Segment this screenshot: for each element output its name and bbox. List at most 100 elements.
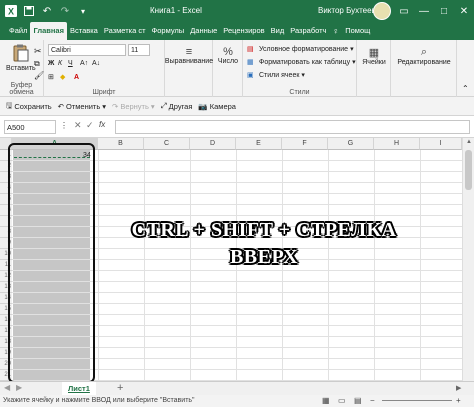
column-header-b[interactable]: B: [98, 138, 144, 150]
chevron-down-icon: ▾: [102, 101, 107, 111]
save-button[interactable]: 🖫 Сохранить: [6, 100, 52, 113]
save-icon[interactable]: [22, 0, 36, 22]
font-group-label: Шрифт: [92, 89, 116, 96]
status-bar: Укажите ячейку и нажмите ВВОД или выбери…: [0, 395, 474, 407]
close-button[interactable]: ✕: [453, 0, 474, 22]
increase-font-icon[interactable]: A↑: [80, 60, 92, 67]
column-header-h[interactable]: H: [374, 138, 420, 150]
redo-button[interactable]: ↷ Вернуть ▾: [112, 102, 155, 111]
bold-icon[interactable]: Ж: [48, 60, 58, 67]
tab-help[interactable]: Помощ: [342, 22, 373, 40]
alignment-label: Выравнивание: [164, 58, 214, 65]
column-header-i[interactable]: I: [420, 138, 462, 150]
font-size-select[interactable]: 11: [128, 44, 150, 56]
fill-color-icon[interactable]: ◆: [60, 73, 74, 81]
ribbon-display-icon[interactable]: ▭: [393, 0, 415, 22]
undo-icon[interactable]: ↶: [40, 0, 54, 22]
avatar[interactable]: [373, 2, 391, 20]
prev-sheet-icon[interactable]: ◀: [4, 383, 10, 392]
collapse-ribbon-icon[interactable]: ⌃: [462, 84, 469, 93]
camera-label: Камера: [209, 101, 236, 111]
italic-icon[interactable]: К: [58, 60, 68, 67]
font-color-icon[interactable]: A: [74, 74, 86, 81]
column-header-d[interactable]: D: [190, 138, 236, 150]
sheet-tab-bar: ◀ ▶ Лист1 + ▶: [0, 381, 474, 396]
scroll-up-icon[interactable]: ▲: [466, 139, 472, 145]
redo-icon: ↷: [112, 101, 119, 111]
tab-formulas[interactable]: Формулы: [149, 22, 188, 40]
cells-icon: ▦: [368, 47, 380, 59]
formula-bar: A500 ⋮ ✕ ✓ fx: [0, 116, 474, 138]
scroll-right-icon[interactable]: ▶: [456, 384, 461, 392]
format-painter-icon[interactable]: 🖌: [34, 71, 44, 80]
editing-button[interactable]: ⌕ Редактирование: [393, 46, 455, 66]
other-icon: ⤢: [160, 101, 167, 110]
column-header-c[interactable]: C: [144, 138, 190, 150]
styles-group-label: Стили: [289, 89, 310, 96]
page-layout-icon[interactable]: ▭: [338, 395, 346, 407]
font-name-select[interactable]: Calibri: [48, 44, 126, 56]
underline-icon[interactable]: Ч: [68, 60, 80, 67]
paste-icon: [13, 44, 29, 65]
cell-styles-button[interactable]: ▣ Стили ячеек ▾: [247, 71, 305, 80]
tab-home[interactable]: Главная: [30, 22, 67, 40]
paste-button[interactable]: Вставить: [6, 44, 36, 72]
camera-button[interactable]: 📷 Камера: [198, 102, 236, 111]
chevron-down-icon: ▾: [352, 59, 356, 66]
normal-view-icon[interactable]: ▦: [322, 395, 330, 407]
save-icon: 🖫: [6, 100, 13, 110]
tab-review[interactable]: Рецензиров: [220, 22, 267, 40]
copy-icon[interactable]: ⧉: [34, 59, 40, 69]
undo-button[interactable]: ↶ Отменить ▾: [58, 102, 106, 111]
page-break-icon[interactable]: ▤: [354, 395, 362, 407]
next-sheet-icon[interactable]: ▶: [16, 383, 22, 392]
cut-icon[interactable]: ✂: [34, 46, 42, 57]
tab-insert[interactable]: Вставка: [67, 22, 101, 40]
tab-file[interactable]: Файл: [6, 22, 30, 40]
cancel-icon[interactable]: ✕: [74, 120, 82, 131]
zoom-slider[interactable]: [382, 400, 452, 401]
user-name[interactable]: Виктор Бухтеев: [318, 6, 376, 15]
redo-icon[interactable]: ↷: [58, 0, 72, 22]
more-icon: ⋮: [60, 121, 68, 130]
camera-icon: 📷: [198, 101, 208, 111]
decrease-font-icon[interactable]: A↓: [92, 60, 104, 67]
maximize-button[interactable]: □: [433, 0, 455, 22]
other-button[interactable]: ⤢ Другая: [161, 101, 193, 111]
add-sheet-button[interactable]: +: [117, 382, 123, 394]
column-header-g[interactable]: G: [328, 138, 374, 150]
borders-icon[interactable]: ⊞: [48, 73, 60, 81]
tab-view[interactable]: Вид: [268, 22, 288, 40]
formula-input[interactable]: [115, 120, 470, 134]
name-box[interactable]: A500: [4, 119, 56, 134]
alignment-button[interactable]: ≡ Выравнивание: [164, 46, 214, 65]
cells-button[interactable]: ▦ Ячейки: [359, 46, 389, 66]
format-as-table-button[interactable]: ▦ Форматировать как таблицу ▾: [247, 58, 356, 67]
enter-icon[interactable]: ✓: [86, 120, 94, 131]
tab-data[interactable]: Данные: [187, 22, 220, 40]
tab-page-layout[interactable]: Разметка ст: [101, 22, 149, 40]
overlay-shortcut-line1: CTRL + SHIFT + СТРЕЛКА: [131, 219, 397, 241]
column-header-f[interactable]: F: [282, 138, 328, 150]
number-button[interactable]: % Число: [215, 46, 241, 65]
vertical-scrollbar[interactable]: ▲: [462, 138, 474, 381]
cell-styles-label: Стили ячеек: [259, 71, 300, 79]
table-icon: ▦: [247, 59, 254, 66]
zoom-in-icon[interactable]: +: [456, 395, 461, 407]
minimize-button[interactable]: —: [413, 0, 435, 22]
chevron-down-icon: ▾: [301, 72, 305, 79]
clipboard-group: Вставить ✂ ⧉ 🖌 Буфер обмена: [0, 40, 44, 97]
overlay-shortcut-line2: ВВЕРХ: [229, 246, 299, 268]
status-text: Укажите ячейку и нажмите ВВОД или выбери…: [3, 397, 195, 404]
tab-developer[interactable]: Разработч: [287, 22, 329, 40]
conditional-format-icon: ▤: [247, 46, 254, 53]
zoom-out-icon[interactable]: −: [370, 395, 375, 407]
window-title: Книга1 - Excel: [150, 6, 202, 15]
ribbon-tabs: Файл Главная Вставка Разметка ст Формулы…: [0, 22, 474, 40]
column-header-e[interactable]: E: [236, 138, 282, 150]
scroll-thumb[interactable]: [465, 150, 472, 190]
customize-qat-icon[interactable]: ▾: [76, 0, 90, 22]
sheet-tab-list1[interactable]: Лист1: [62, 382, 96, 396]
conditional-format-button[interactable]: ▤ Условное форматирование ▾: [247, 45, 354, 54]
insert-function-icon[interactable]: fx: [99, 120, 105, 129]
